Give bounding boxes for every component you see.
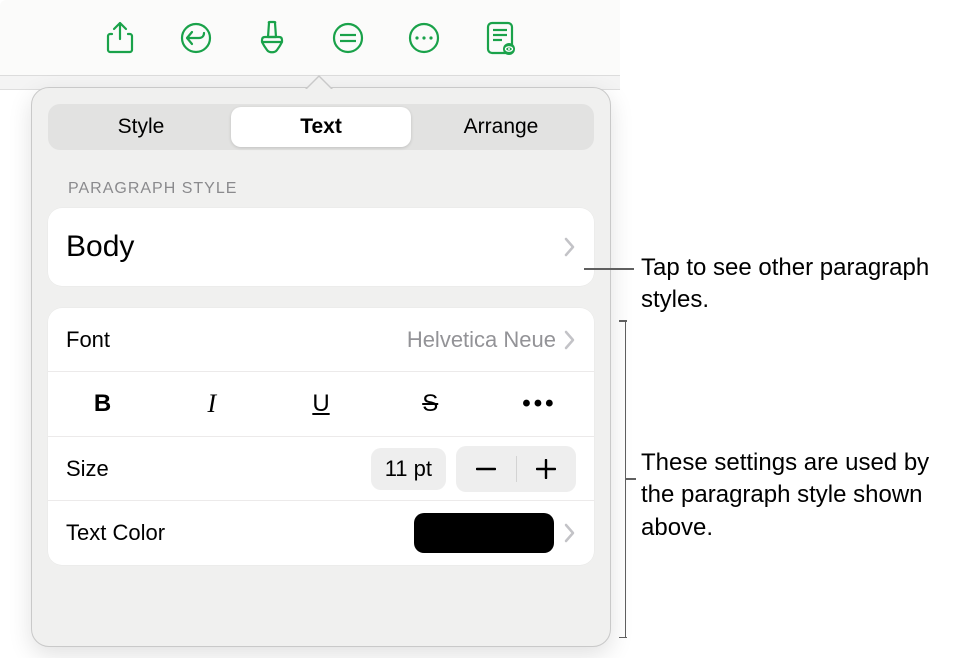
text-color-row[interactable]: Text Color <box>48 501 594 565</box>
callout-line <box>626 478 636 480</box>
comment-button[interactable] <box>329 19 367 57</box>
format-button[interactable] <box>253 19 291 57</box>
size-row: Size 11 pt <box>48 437 594 501</box>
popover-caret <box>305 75 333 89</box>
top-toolbar <box>0 0 620 76</box>
font-label: Font <box>66 327 110 353</box>
text-color-label: Text Color <box>66 520 165 546</box>
popover-tabs: Style Text Arrange <box>48 104 594 150</box>
size-stepper <box>456 446 576 492</box>
text-style-row: B I U S ••• <box>48 372 594 437</box>
callout-settings-used: These settings are used by the paragraph… <box>641 447 961 544</box>
paragraph-style-label: PARAGRAPH STYLE <box>68 180 594 198</box>
share-icon <box>105 21 135 55</box>
strike-button[interactable]: S <box>376 372 485 436</box>
tab-text[interactable]: Text <box>231 107 411 147</box>
format-popover: Style Text Arrange PARAGRAPH STYLE Body … <box>31 87 611 647</box>
view-options-icon <box>484 20 516 56</box>
plus-icon <box>536 459 556 479</box>
font-row[interactable]: Font Helvetica Neue <box>48 308 594 372</box>
more-button[interactable] <box>405 19 443 57</box>
size-decrease-button[interactable] <box>456 446 516 492</box>
font-value: Helvetica Neue <box>407 327 556 353</box>
format-brush-icon <box>257 20 287 56</box>
undo-button[interactable] <box>177 19 215 57</box>
paragraph-style-row[interactable]: Body <box>48 208 594 286</box>
minus-icon <box>476 467 496 471</box>
chevron-right-icon <box>564 523 576 543</box>
undo-icon <box>179 21 213 55</box>
callout-paragraph-styles: Tap to see other paragraph styles. <box>641 252 941 317</box>
text-color-swatch[interactable] <box>414 513 554 553</box>
bold-button[interactable]: B <box>48 372 157 436</box>
text-settings-card: Font Helvetica Neue B I U S ••• Size 11 … <box>48 308 594 565</box>
comment-icon <box>331 21 365 55</box>
tab-arrange[interactable]: Arrange <box>411 107 591 147</box>
chevron-right-icon <box>564 330 576 350</box>
tab-style[interactable]: Style <box>51 107 231 147</box>
text-style-more-button[interactable]: ••• <box>485 372 594 436</box>
size-value[interactable]: 11 pt <box>371 448 446 490</box>
size-label: Size <box>66 456 109 482</box>
callout-line <box>584 268 634 270</box>
more-icon <box>407 21 441 55</box>
share-button[interactable] <box>101 19 139 57</box>
size-increase-button[interactable] <box>517 446 577 492</box>
chevron-right-icon <box>564 237 576 257</box>
paragraph-style-name: Body <box>66 230 134 264</box>
underline-button[interactable]: U <box>266 372 375 436</box>
paragraph-style-card: Body <box>48 208 594 286</box>
view-options-button[interactable] <box>481 19 519 57</box>
callout-bracket <box>618 320 626 638</box>
italic-button[interactable]: I <box>157 372 266 436</box>
